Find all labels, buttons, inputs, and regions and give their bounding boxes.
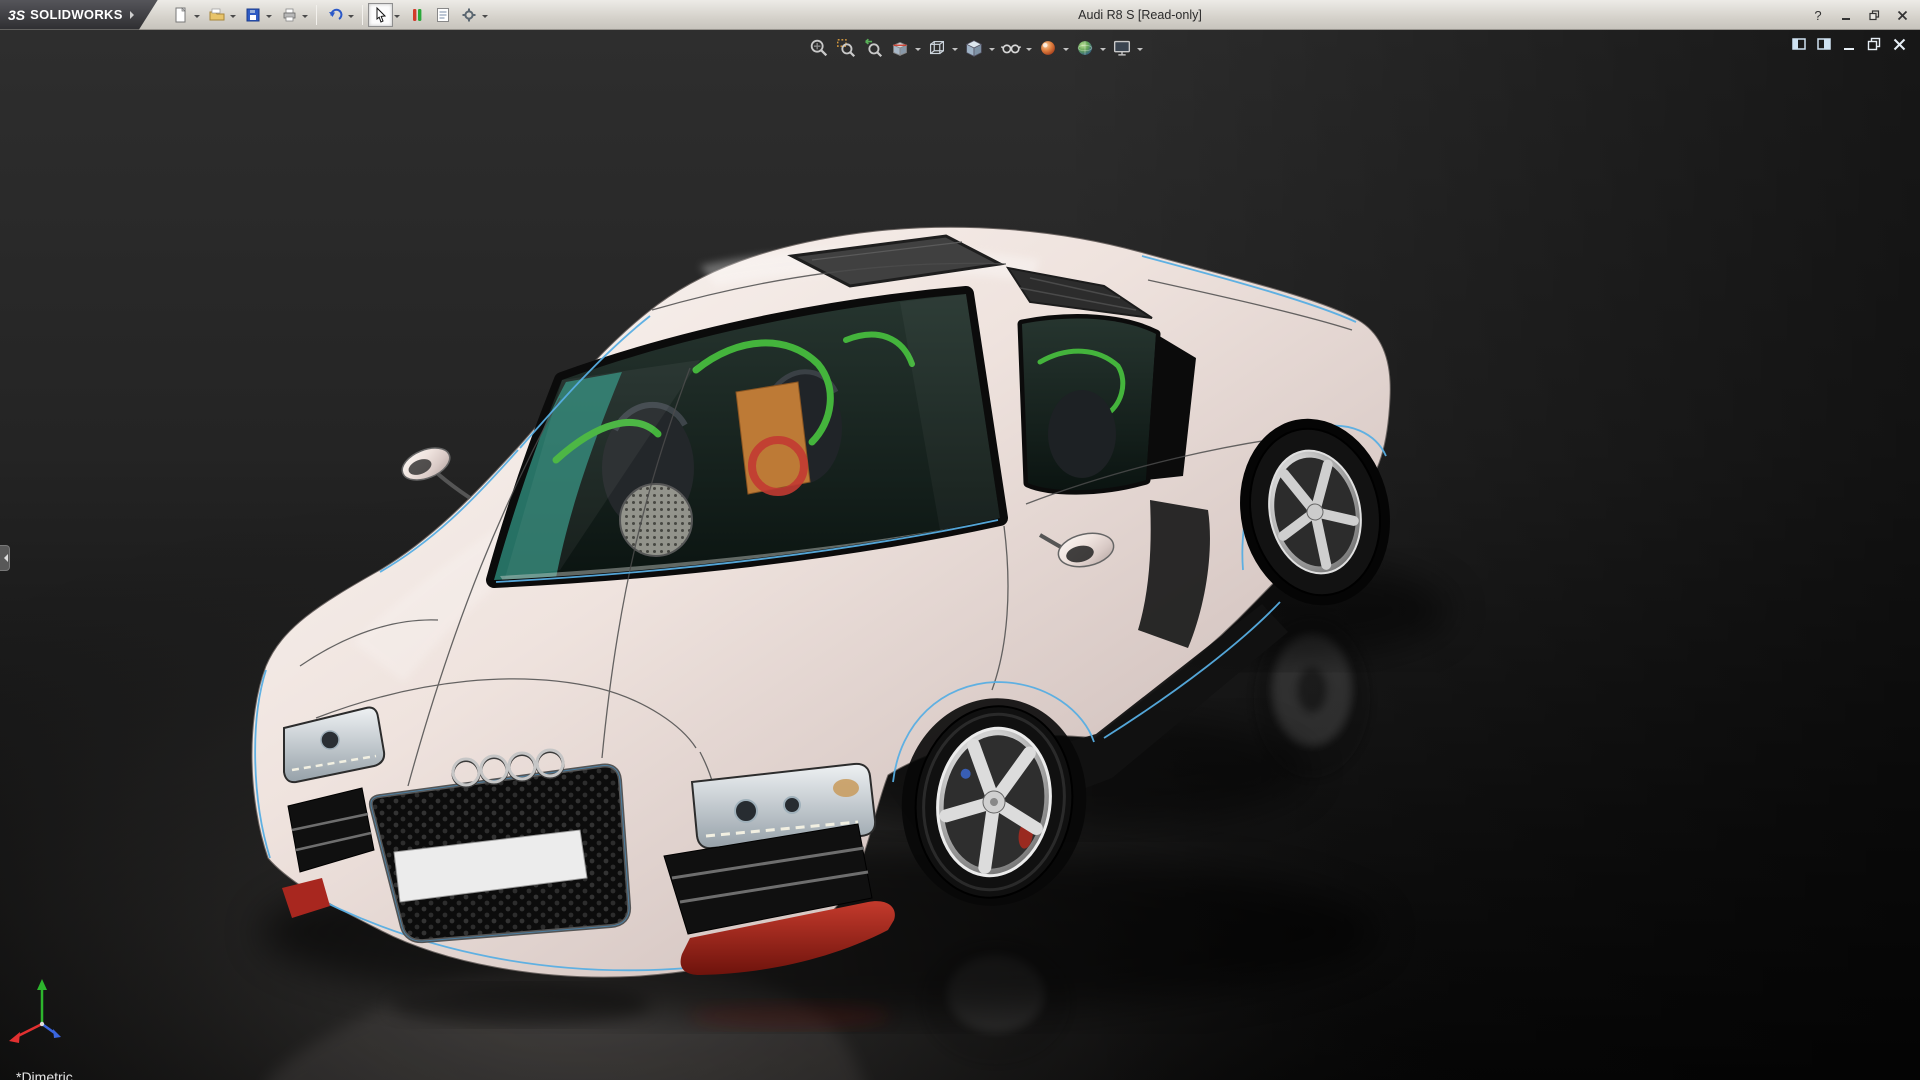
window-controls: ?	[1806, 0, 1914, 30]
dropdown-caret-icon[interactable]	[915, 48, 921, 54]
previous-view-icon	[865, 38, 883, 58]
minimize-icon	[1843, 47, 1854, 50]
open-folder-icon	[209, 8, 224, 20]
dropdown-caret-icon[interactable]	[348, 14, 354, 21]
view-orientation-icon	[929, 40, 945, 55]
dropdown-caret-icon[interactable]	[194, 14, 200, 21]
zoom-to-fit-button[interactable]	[806, 35, 832, 61]
dropdown-caret-icon[interactable]	[952, 48, 958, 54]
display-style-button[interactable]	[961, 35, 987, 61]
dropdown-caret-icon[interactable]	[1100, 48, 1106, 54]
edit-appearance-icon	[1041, 41, 1055, 55]
minimize-button[interactable]	[1834, 5, 1858, 25]
brand-name: SOLIDWORKS	[30, 7, 123, 22]
dropdown-caret-icon[interactable]	[266, 14, 272, 21]
undo-button[interactable]	[322, 3, 347, 27]
restore-icon	[1867, 37, 1880, 50]
pane-left-icon	[1791, 37, 1806, 50]
close-button[interactable]	[1890, 5, 1914, 25]
apply-scene-icon	[1077, 41, 1093, 55]
section-view-icon	[892, 42, 908, 57]
undo-icon	[328, 8, 342, 20]
hide-show-items-button[interactable]	[998, 35, 1024, 61]
options-button[interactable]	[456, 3, 481, 27]
help-icon: ?	[1814, 7, 1822, 23]
select-button[interactable]	[368, 2, 393, 27]
document-window-controls	[1790, 35, 1908, 53]
dropdown-caret-icon[interactable]	[482, 14, 488, 21]
heads-up-view-toolbar	[806, 35, 1145, 61]
dropdown-caret-icon[interactable]	[1063, 48, 1069, 54]
solidworks-logo: 3S SOLIDWORKS	[0, 0, 158, 30]
previous-view-button[interactable]	[860, 35, 886, 61]
brand-arrow-icon	[129, 10, 138, 19]
close-icon	[1893, 38, 1905, 50]
hide-show-items-icon	[1000, 44, 1022, 54]
solidworks-window: 3S SOLIDWORKS Audi R8 S [Read-only] ? *D…	[0, 0, 1920, 1080]
dropdown-caret-icon[interactable]	[1026, 48, 1032, 54]
edit-appearance-button[interactable]	[1035, 35, 1061, 61]
apply-scene-button[interactable]	[1072, 35, 1098, 61]
doc-close-button[interactable]	[1890, 35, 1908, 53]
new-document-icon	[175, 6, 186, 22]
view-settings-icon	[1113, 40, 1131, 56]
help-button[interactable]: ?	[1806, 5, 1830, 25]
view-orientation-label: *Dimetric	[16, 1069, 73, 1080]
z-axis-arrow	[53, 1029, 61, 1038]
zoom-to-area-icon	[837, 39, 856, 58]
y-axis-arrow	[37, 979, 47, 990]
zoom-to-area-button[interactable]	[833, 35, 859, 61]
pane-right-icon	[1816, 37, 1831, 50]
main-toolbar	[168, 2, 491, 27]
display-style-icon	[965, 40, 983, 57]
dropdown-caret-icon[interactable]	[230, 14, 236, 21]
file-properties-icon	[436, 7, 449, 22]
view-orientation-button[interactable]	[924, 35, 950, 61]
toolbar-separator	[316, 4, 317, 25]
doc-minimize-button[interactable]	[1840, 35, 1858, 53]
section-view-button[interactable]	[887, 35, 913, 61]
save-icon	[246, 8, 259, 21]
window-title: Audi R8 S [Read-only]	[1078, 8, 1202, 22]
file-properties-button[interactable]	[430, 3, 455, 27]
print-button[interactable]	[276, 3, 301, 27]
title-bar: 3S SOLIDWORKS Audi R8 S [Read-only] ?	[0, 0, 1920, 30]
view-settings-button[interactable]	[1109, 35, 1135, 61]
print-icon	[283, 8, 295, 21]
x-axis-arrow	[9, 1032, 20, 1043]
doc-restore-button[interactable]	[1865, 35, 1883, 53]
pane-right-button[interactable]	[1815, 35, 1833, 53]
restore-icon	[1868, 9, 1879, 20]
orientation-triad	[9, 979, 61, 1043]
restore-button[interactable]	[1862, 5, 1886, 25]
save-button[interactable]	[240, 3, 265, 27]
select-arrow-icon	[376, 6, 386, 23]
toolbar-separator	[362, 4, 363, 25]
chevron-left-icon	[0, 554, 8, 562]
zoom-to-fit-icon	[810, 39, 828, 57]
new-document-button[interactable]	[168, 3, 193, 27]
options-icon	[462, 8, 475, 21]
3ds-logo-icon: 3S	[8, 6, 26, 23]
rebuild-icon	[412, 8, 421, 21]
panel-expand-tab[interactable]	[0, 545, 10, 571]
3d-scene	[0, 30, 1920, 1080]
open-button[interactable]	[204, 3, 229, 27]
close-icon	[1897, 10, 1907, 20]
graphics-viewport[interactable]: *Dimetric	[0, 30, 1920, 1080]
dropdown-caret-icon[interactable]	[989, 48, 995, 54]
minimize-icon	[1841, 17, 1850, 20]
pane-left-button[interactable]	[1790, 35, 1808, 53]
dropdown-caret-icon[interactable]	[302, 14, 308, 21]
dropdown-caret-icon[interactable]	[1137, 48, 1143, 54]
rebuild-button[interactable]	[404, 3, 429, 27]
dropdown-caret-icon[interactable]	[394, 14, 400, 21]
